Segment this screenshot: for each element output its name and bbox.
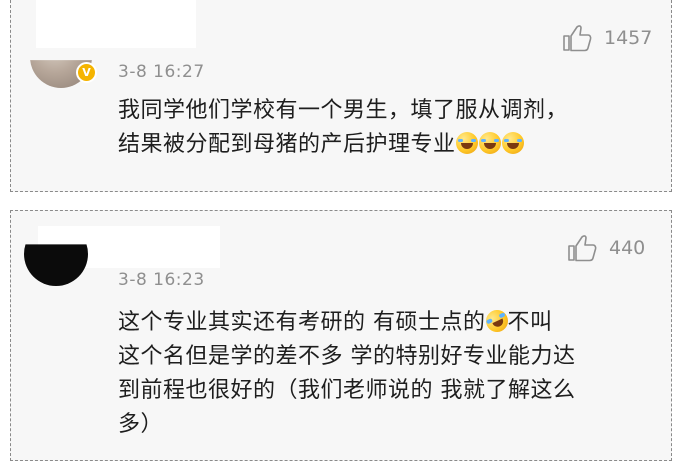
like-count-2: 440 bbox=[609, 237, 646, 259]
comment-line: 结果被分配到母猪的产后护理专业 bbox=[118, 128, 658, 162]
like-count-1: 1457 bbox=[604, 27, 653, 49]
comment-body-2: 这个专业其实还有考研的 有硕士点的 不叫 这个名但是学的差不多 学的特别好专业能力… bbox=[118, 306, 658, 442]
comment-timestamp-2: 3-8 16:23 bbox=[118, 270, 205, 290]
comment-timestamp-1: 3-8 16:27 bbox=[118, 62, 205, 82]
thumbs-up-icon bbox=[567, 234, 597, 262]
comment-body-1: 我同学他们学校有一个男生，填了服从调剂， 结果被分配到母猪的产后护理专业 bbox=[118, 94, 658, 162]
comment-line-text: 不叫 bbox=[507, 310, 553, 335]
like-button-2[interactable]: 440 bbox=[567, 234, 645, 262]
like-button-1[interactable]: 1457 bbox=[562, 24, 652, 52]
username-redaction-1 bbox=[36, 0, 196, 48]
verified-badge-icon: V bbox=[76, 62, 97, 83]
comment-line-text: 这个专业其实还有考研的 有硕士点的 bbox=[118, 310, 486, 335]
comment-line: 多） bbox=[118, 412, 164, 437]
laugh-cry-emoji-icon bbox=[455, 132, 478, 154]
comment-line: 这个专业其实还有考研的 有硕士点的 不叫 bbox=[118, 306, 658, 340]
comment-line-text: 结果被分配到母猪的产后护理专业 bbox=[118, 132, 456, 157]
comment-line: 这个名但是学的差不多 学的特别好专业能力达 bbox=[118, 344, 576, 369]
laugh-cry-emoji-icon bbox=[478, 132, 501, 154]
comment-line: 到前程也很好的（我们老师说的 我就了解这么 bbox=[118, 378, 576, 403]
laugh-cry-emoji-icon bbox=[501, 132, 524, 154]
comment-line: 我同学他们学校有一个男生，填了服从调剂， bbox=[118, 98, 569, 123]
thumbs-up-icon bbox=[562, 24, 592, 52]
